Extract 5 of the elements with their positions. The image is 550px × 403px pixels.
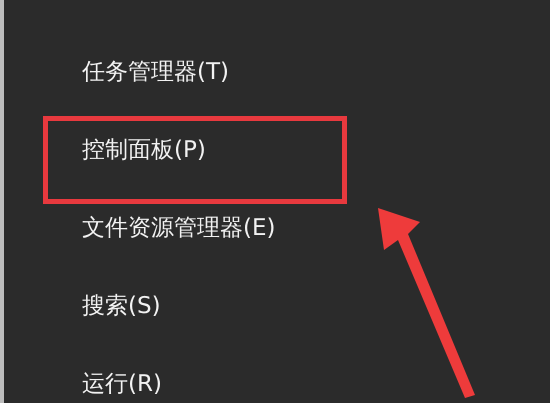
- menu-item[interactable]: 搜索(S): [82, 288, 161, 324]
- menu-item[interactable]: 文件资源管理器(E): [82, 210, 276, 246]
- menu-item[interactable]: 任务管理器(T): [82, 54, 229, 90]
- menu-item[interactable]: 运行(R): [82, 366, 162, 402]
- menu-item[interactable]: 控制面板(P): [82, 132, 206, 168]
